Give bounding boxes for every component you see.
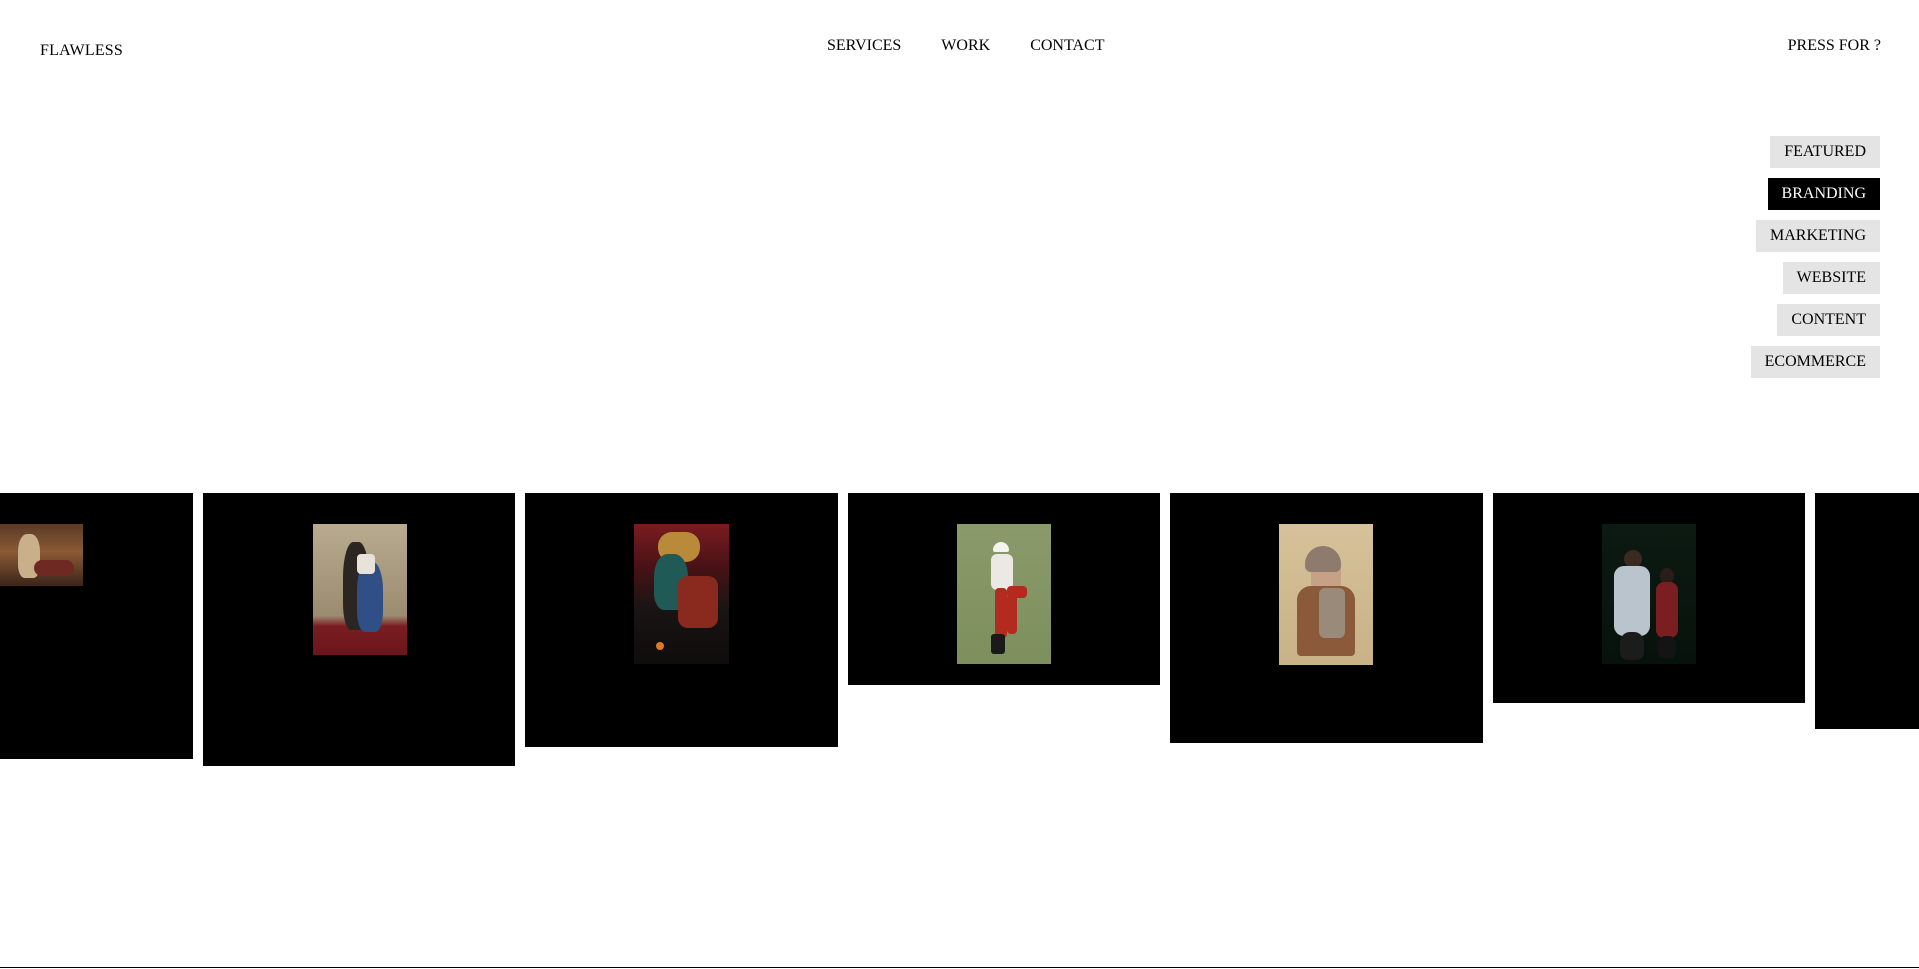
gallery-image-2 — [313, 524, 407, 655]
nav-services[interactable]: SERVICES — [827, 37, 901, 55]
filter-content[interactable]: CONTENT — [1777, 304, 1880, 336]
gallery-card-7[interactable] — [1815, 493, 1919, 729]
footer-divider — [0, 967, 1919, 968]
gallery-image-4 — [957, 524, 1051, 664]
gallery-image-5 — [1279, 524, 1373, 665]
filter-website[interactable]: WEBSITE — [1782, 262, 1880, 294]
nav-work[interactable]: WORK — [941, 37, 990, 55]
filter-ecommerce[interactable]: ECOMMERCE — [1750, 346, 1880, 378]
gallery-image-1 — [0, 524, 83, 586]
filter-featured[interactable]: FEATURED — [1770, 136, 1880, 168]
category-filters: FEATURED BRANDING MARKETING WEBSITE CONT… — [1750, 136, 1880, 378]
gallery-card-4[interactable] — [848, 493, 1160, 685]
gallery-image-6 — [1602, 524, 1696, 664]
press-link[interactable]: PRESS FOR ? — [1788, 37, 1881, 55]
filter-branding[interactable]: BRANDING — [1767, 178, 1880, 210]
page: FLAWLESS SERVICES WORK CONTACT PRESS FOR… — [0, 0, 1919, 969]
main-nav: SERVICES WORK CONTACT — [827, 37, 1104, 55]
gallery-card-1[interactable] — [0, 493, 193, 759]
gallery-card-6[interactable] — [1493, 493, 1805, 703]
gallery-card-5[interactable] — [1170, 493, 1483, 743]
gallery-card-3[interactable] — [525, 493, 838, 747]
brand-logo[interactable]: FLAWLESS — [40, 42, 123, 60]
filter-marketing[interactable]: MARKETING — [1756, 220, 1880, 252]
gallery-image-3 — [634, 524, 729, 664]
gallery-card-2[interactable] — [203, 493, 515, 766]
nav-contact[interactable]: CONTACT — [1030, 37, 1104, 55]
